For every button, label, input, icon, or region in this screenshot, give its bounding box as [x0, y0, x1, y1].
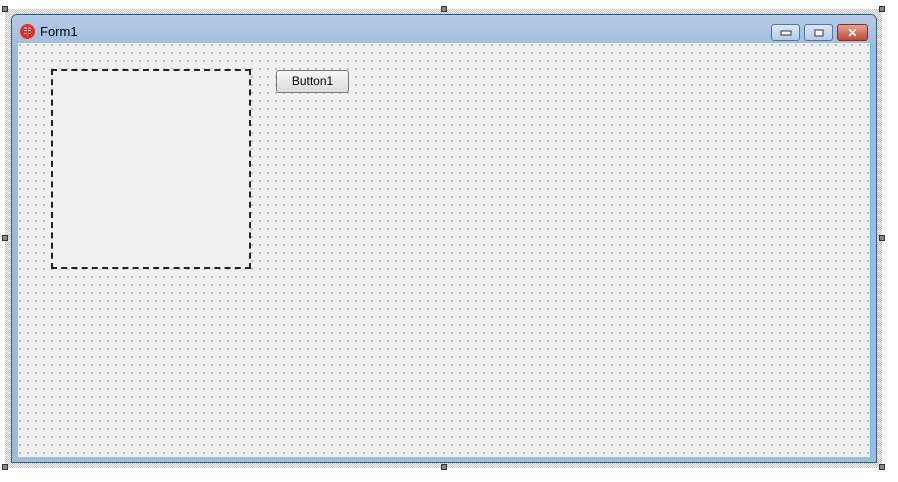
app-icon: ☷ [20, 24, 35, 39]
window-title: Form1 [40, 24, 78, 39]
close-button[interactable]: ✕ [837, 24, 868, 41]
resize-handle-right[interactable] [879, 235, 885, 241]
minimize-icon [780, 30, 791, 35]
frame-component[interactable] [51, 69, 251, 269]
resize-handle-bottom[interactable] [441, 464, 447, 470]
resize-handle-left[interactable] [2, 235, 8, 241]
restore-button[interactable] [804, 24, 833, 41]
resize-handle-bottom-left[interactable] [2, 464, 8, 470]
resize-handle-top-right[interactable] [879, 6, 885, 12]
restore-icon [814, 29, 823, 36]
resize-handle-bottom-right[interactable] [879, 464, 885, 470]
form-client-area[interactable]: Button1 [18, 43, 871, 457]
button1[interactable]: Button1 [276, 70, 349, 93]
form-window: ☷ Form1 ✕ Button1 [11, 14, 877, 463]
close-icon: ✕ [847, 25, 858, 40]
title-bar[interactable]: ☷ Form1 ✕ [12, 15, 876, 43]
minimize-button[interactable] [771, 24, 800, 41]
resize-handle-top-left[interactable] [2, 6, 8, 12]
resize-handle-top[interactable] [441, 6, 447, 12]
